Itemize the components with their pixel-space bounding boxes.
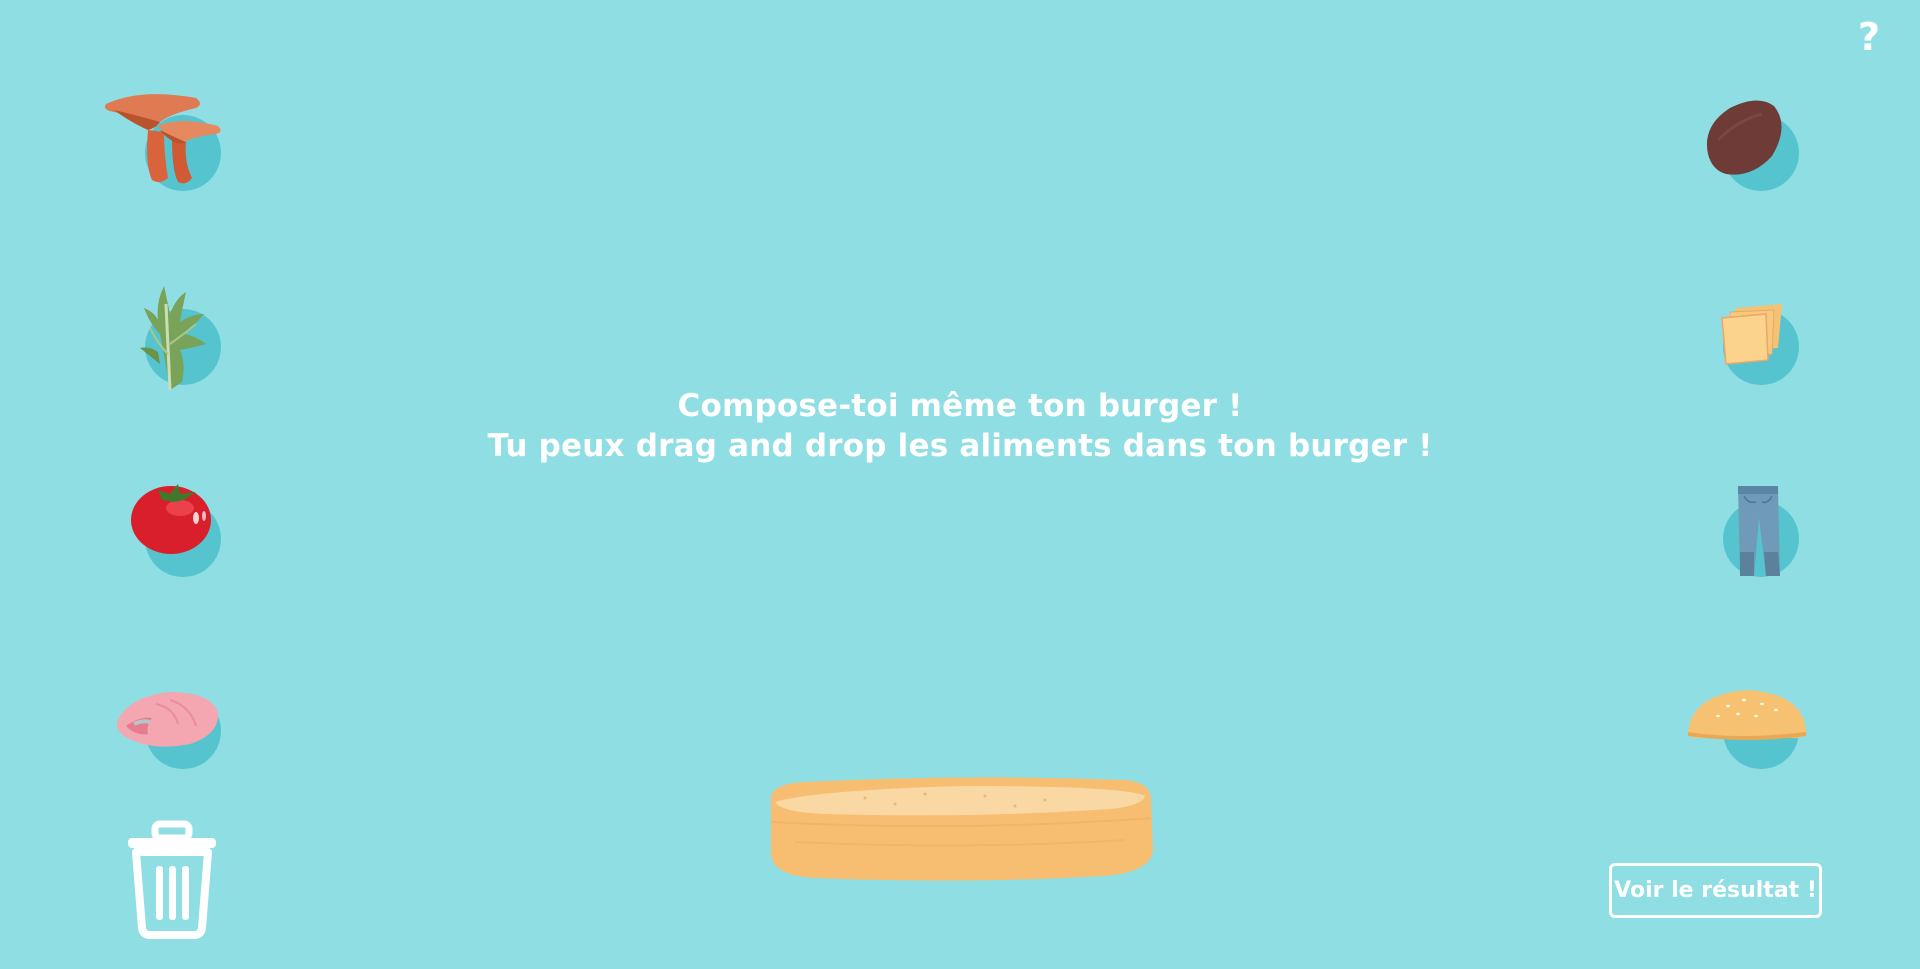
jeans-icon bbox=[1738, 486, 1780, 576]
ingredient-cheese[interactable] bbox=[1678, 264, 1818, 404]
game-stage: ? Compose-toi même ton burger ! Tu peux … bbox=[0, 0, 1920, 969]
cheese-icon bbox=[1721, 304, 1782, 365]
trash-icon[interactable] bbox=[124, 820, 220, 940]
patty-icon bbox=[1706, 100, 1782, 175]
show-result-button[interactable]: Voir le résultat ! bbox=[1609, 863, 1822, 918]
ingredient-tomato[interactable] bbox=[100, 456, 240, 596]
ingredient-salmon[interactable] bbox=[100, 648, 240, 788]
tomato-icon bbox=[131, 484, 211, 554]
ingredient-mushroom[interactable] bbox=[100, 70, 240, 210]
instructions: Compose-toi même ton burger ! Tu peux dr… bbox=[460, 386, 1460, 466]
top-bun-icon bbox=[1688, 690, 1806, 740]
bottom-bun[interactable] bbox=[765, 772, 1155, 882]
instructions-title: Compose-toi même ton burger ! bbox=[677, 388, 1243, 424]
ingredient-jeans[interactable] bbox=[1678, 456, 1818, 596]
mushroom-icon bbox=[105, 94, 221, 184]
ingredient-lettuce[interactable] bbox=[100, 264, 240, 404]
ingredient-patty[interactable] bbox=[1678, 70, 1818, 210]
help-button[interactable]: ? bbox=[1858, 18, 1880, 56]
ingredient-top-bun[interactable] bbox=[1678, 648, 1818, 788]
lettuce-icon bbox=[140, 286, 206, 391]
instructions-subtitle: Tu peux drag and drop les aliments dans … bbox=[487, 428, 1433, 464]
salmon-icon bbox=[116, 692, 219, 747]
